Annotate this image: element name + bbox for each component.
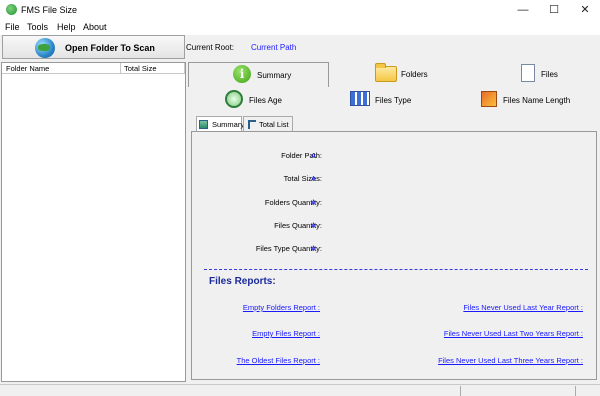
window-title: FMS File Size xyxy=(21,5,78,15)
status-separator xyxy=(575,386,576,396)
empty-files-report-link[interactable]: Empty Files Report : xyxy=(252,329,320,338)
app-icon xyxy=(6,4,17,15)
folder-path-value: A xyxy=(311,151,317,160)
tab-summary-label: Summary xyxy=(257,71,292,80)
subtab-total-list-label: Total List xyxy=(259,120,289,129)
tab-summary[interactable]: i Summary xyxy=(188,62,329,87)
name-length-icon xyxy=(481,91,497,107)
tab-folders[interactable]: Folders xyxy=(329,62,469,87)
file-icon xyxy=(521,64,535,82)
main-tabs: i Summary Folders Files xyxy=(188,62,597,87)
open-folder-button[interactable]: Open Folder To Scan xyxy=(2,35,185,59)
tree-icon xyxy=(248,120,256,129)
section-divider xyxy=(204,269,588,270)
menu-bar: File Tools Help About xyxy=(0,20,600,35)
subtab-total-list[interactable]: Total List xyxy=(243,116,293,131)
folder-list[interactable]: Folder Name Total Size xyxy=(1,62,186,382)
files-type-quantity-value: A xyxy=(311,244,317,253)
secondary-tabs: Files Age Files Type Files Name Length xyxy=(188,87,597,113)
total-sizes-label: Total Sizes: xyxy=(283,174,322,183)
current-root-value: Current Path xyxy=(251,43,297,52)
subtab-summary[interactable]: Summary xyxy=(196,116,245,131)
tab-files-age[interactable]: Files Age xyxy=(249,96,282,105)
info-icon: i xyxy=(233,65,251,83)
tab-folders-label: Folders xyxy=(401,70,428,79)
empty-folders-report-link[interactable]: Empty Folders Report : xyxy=(243,303,320,312)
tab-files-label: Files xyxy=(541,70,558,79)
menu-tools[interactable]: Tools xyxy=(27,22,48,32)
summary-icon xyxy=(199,120,208,129)
tab-files-name-length[interactable]: Files Name Length xyxy=(503,96,570,105)
folders-quantity-value: A xyxy=(311,198,317,207)
menu-file[interactable]: File xyxy=(5,22,20,32)
files-quantity-value: A xyxy=(311,221,317,230)
folder-icon xyxy=(375,63,397,82)
status-separator xyxy=(460,386,461,396)
maximize-button[interactable]: ☐ xyxy=(546,2,562,18)
current-root-label: Current Root: xyxy=(186,43,235,52)
never-used-last-year-report-link[interactable]: Files Never Used Last Year Report : xyxy=(463,303,583,312)
close-button[interactable]: ✕ xyxy=(577,2,593,18)
clock-icon xyxy=(225,90,243,108)
status-bar xyxy=(0,384,600,396)
total-sizes-value: A xyxy=(311,174,317,183)
column-divider[interactable] xyxy=(184,63,185,74)
summary-content: Folder Path: A Total Sizes: A Folders Qu… xyxy=(191,131,597,380)
tab-files-type[interactable]: Files Type xyxy=(375,96,411,105)
column-total-size[interactable]: Total Size xyxy=(124,64,157,73)
oldest-files-report-link[interactable]: The Oldest Files Report : xyxy=(237,356,320,365)
menu-about[interactable]: About xyxy=(83,22,107,32)
files-reports-title: Files Reports: xyxy=(209,276,276,287)
menu-help[interactable]: Help xyxy=(57,22,76,32)
file-type-icon xyxy=(350,91,370,106)
open-folder-label: Open Folder To Scan xyxy=(65,43,155,53)
subtab-summary-label: Summary xyxy=(212,120,245,129)
report-panel: i Summary Folders Files Files Age Files … xyxy=(188,62,597,382)
column-folder-name[interactable]: Folder Name xyxy=(6,64,49,73)
toolbar: Open Folder To Scan Current Root: Curren… xyxy=(0,35,600,60)
globe-icon xyxy=(35,38,55,58)
never-used-last-three-years-report-link[interactable]: Files Never Used Last Three Years Report… xyxy=(438,356,583,365)
folder-list-header: Folder Name Total Size xyxy=(2,63,185,74)
title-bar: FMS File Size — ☐ ✕ xyxy=(0,0,600,20)
minimize-button[interactable]: — xyxy=(515,2,531,18)
column-divider[interactable] xyxy=(120,63,121,74)
never-used-last-two-years-report-link[interactable]: Files Never Used Last Two Years Report : xyxy=(444,329,583,338)
